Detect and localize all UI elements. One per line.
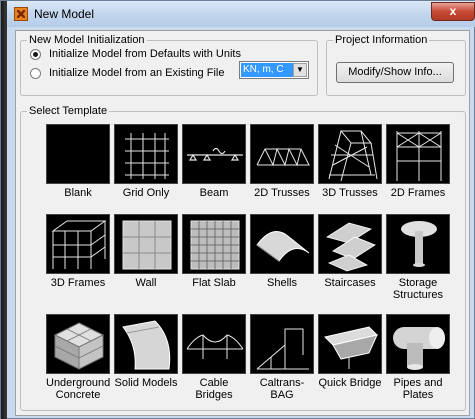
solid-models-icon[interactable] bbox=[114, 314, 178, 374]
template-caltrans-bag[interactable]: Caltrans-BAG bbox=[250, 314, 314, 401]
option-defaults-row[interactable]: Initialize Model from Defaults with Unit… bbox=[30, 47, 241, 61]
quick-bridge-icon[interactable] bbox=[318, 314, 382, 374]
template-label: Solid Models bbox=[114, 377, 178, 389]
3d-trusses-icon[interactable] bbox=[318, 124, 382, 184]
shells-icon[interactable] bbox=[250, 214, 314, 274]
units-dropdown[interactable]: KN, m, C ▼ bbox=[239, 61, 309, 79]
init-group-label: New Model Initialization bbox=[27, 34, 147, 46]
template-label: Blank bbox=[64, 187, 92, 199]
beam-icon[interactable] bbox=[182, 124, 246, 184]
option-defaults-radio[interactable] bbox=[30, 48, 41, 60]
option-existing-row[interactable]: Initialize Model from an Existing File bbox=[30, 66, 224, 80]
template-staircases[interactable]: Staircases bbox=[318, 214, 382, 289]
dialog-client-area: New Model Initialization Initialize Mode… bbox=[15, 30, 470, 416]
template-shells[interactable]: Shells bbox=[250, 214, 314, 289]
template-label: Caltrans-BAG bbox=[259, 377, 305, 401]
option-existing-label[interactable]: Initialize Model from an Existing File bbox=[49, 67, 224, 79]
template-pipes-and-plates[interactable]: Pipes and Plates bbox=[386, 314, 450, 401]
window-title: New Model bbox=[34, 7, 95, 21]
2d-trusses-icon[interactable] bbox=[250, 124, 314, 184]
flat-slab-icon[interactable] bbox=[182, 214, 246, 274]
wall-icon[interactable] bbox=[114, 214, 178, 274]
template-label: Flat Slab bbox=[192, 277, 236, 289]
option-defaults-label[interactable]: Initialize Model from Defaults with Unit… bbox=[49, 48, 241, 60]
2d-frames-icon[interactable] bbox=[386, 124, 450, 184]
template-blank[interactable]: Blank bbox=[46, 124, 110, 199]
background-window-edge bbox=[1, 1, 7, 419]
template-label: Shells bbox=[267, 277, 297, 289]
template-label: 3D Frames bbox=[50, 277, 106, 289]
caltrans-bag-icon[interactable] bbox=[250, 314, 314, 374]
chevron-down-icon[interactable]: ▼ bbox=[293, 63, 307, 77]
3d-frames-icon[interactable] bbox=[46, 214, 110, 274]
template-quick-bridge[interactable]: Quick Bridge bbox=[318, 314, 382, 389]
new-model-window: New Model x New Model Initialization Ini… bbox=[0, 0, 475, 419]
template-storage-structures[interactable]: Storage Structures bbox=[386, 214, 450, 301]
modify-show-info-button[interactable]: Modify/Show Info... bbox=[336, 62, 454, 83]
storage-structures-icon[interactable] bbox=[386, 214, 450, 274]
template-label: Cable Bridges bbox=[195, 377, 233, 401]
title-bar[interactable]: New Model x bbox=[7, 1, 475, 27]
template-group-label: Select Template bbox=[27, 105, 110, 117]
template-label: 2D Frames bbox=[390, 187, 446, 199]
close-button[interactable]: x bbox=[431, 2, 475, 21]
template-wall[interactable]: Wall bbox=[114, 214, 178, 289]
template-underground-concrete[interactable]: Underground Concrete bbox=[46, 314, 110, 401]
template-2d-trusses[interactable]: 2D Trusses bbox=[250, 124, 314, 199]
underground-concrete-icon[interactable] bbox=[46, 314, 110, 374]
units-selected-value[interactable]: KN, m, C bbox=[241, 63, 293, 77]
staircases-icon[interactable] bbox=[318, 214, 382, 274]
template-solid-models[interactable]: Solid Models bbox=[114, 314, 178, 389]
template-label: 3D Trusses bbox=[322, 187, 378, 199]
template-3d-frames[interactable]: 3D Frames bbox=[46, 214, 110, 289]
template-label: Underground Concrete bbox=[46, 377, 111, 401]
template-2d-frames[interactable]: 2D Frames bbox=[386, 124, 450, 199]
template-beam[interactable]: Beam bbox=[182, 124, 246, 199]
template-flat-slab[interactable]: Flat Slab bbox=[182, 214, 246, 289]
template-label: Quick Bridge bbox=[318, 377, 382, 389]
option-existing-radio[interactable] bbox=[30, 67, 41, 79]
blank-icon[interactable] bbox=[46, 124, 110, 184]
template-label: Wall bbox=[135, 277, 157, 289]
app-icon bbox=[14, 7, 28, 21]
pipes-and-plates-icon[interactable] bbox=[386, 314, 450, 374]
cable-bridges-icon[interactable] bbox=[182, 314, 246, 374]
template-grid-only[interactable]: Grid Only bbox=[114, 124, 178, 199]
template-label: Beam bbox=[199, 187, 229, 199]
template-label: Grid Only bbox=[122, 187, 170, 199]
template-label: Staircases bbox=[324, 277, 376, 289]
grid-only-icon[interactable] bbox=[114, 124, 178, 184]
template-3d-trusses[interactable]: 3D Trusses bbox=[318, 124, 382, 199]
project-group-label: Project Information bbox=[333, 34, 430, 46]
template-cable-bridges[interactable]: Cable Bridges bbox=[182, 314, 246, 401]
template-label: Pipes and Plates bbox=[393, 377, 443, 401]
template-label: 2D Trusses bbox=[254, 187, 310, 199]
template-label: Storage Structures bbox=[392, 277, 444, 301]
